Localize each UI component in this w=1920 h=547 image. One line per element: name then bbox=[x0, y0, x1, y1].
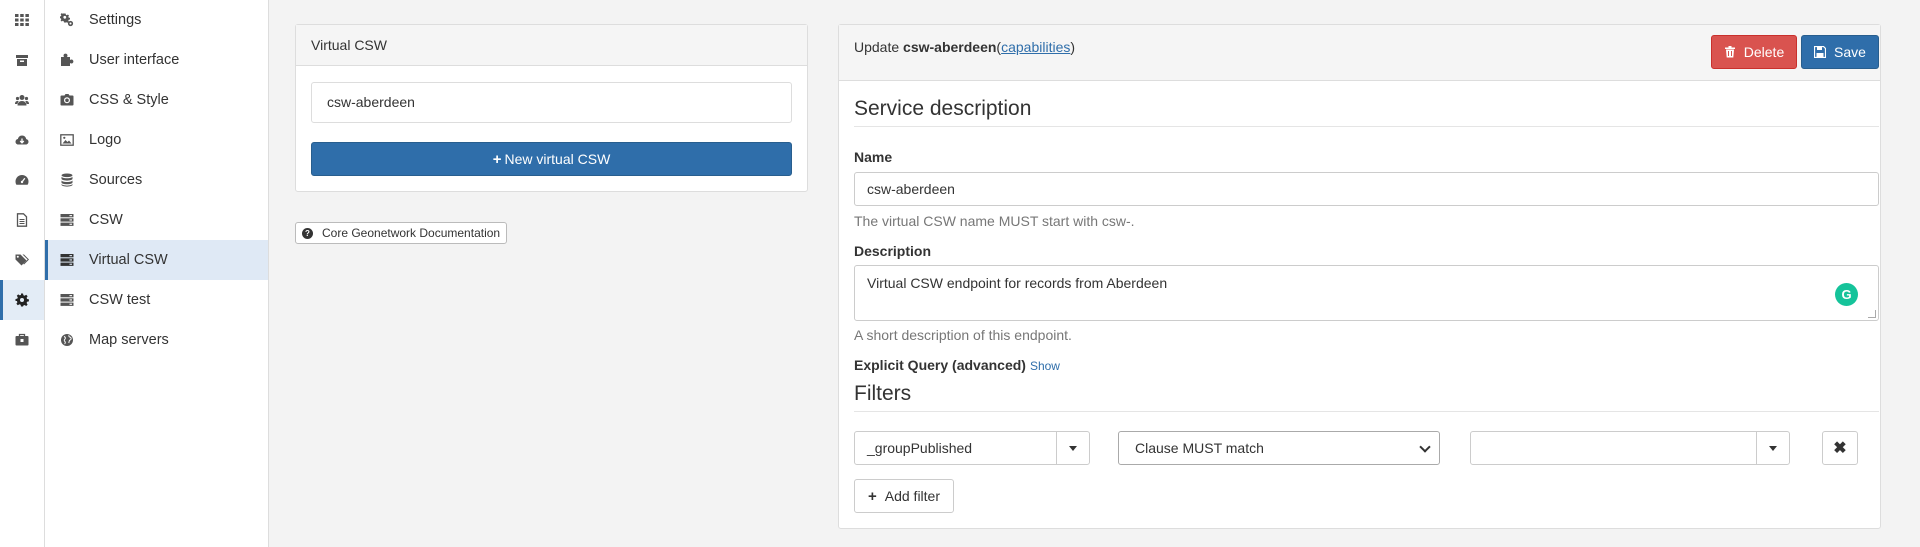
menu-item-csw-test[interactable]: CSW test bbox=[45, 280, 268, 320]
name-help-text: The virtual CSW name MUST start with csw… bbox=[854, 213, 1135, 229]
rail-item-reports[interactable] bbox=[0, 200, 44, 240]
camera-icon bbox=[59, 92, 75, 108]
rail-item-users[interactable] bbox=[0, 80, 44, 120]
image-icon bbox=[59, 132, 75, 148]
filter-value-dropdown-button[interactable] bbox=[1756, 432, 1789, 464]
show-query-link[interactable]: Show bbox=[1030, 359, 1060, 373]
description-textarea[interactable]: Virtual CSW endpoint for records from Ab… bbox=[854, 265, 1879, 321]
server-icon bbox=[59, 212, 75, 228]
filter-value-combo[interactable] bbox=[1470, 431, 1790, 465]
filters-heading: Filters bbox=[854, 382, 1879, 412]
menu-item-label: Logo bbox=[89, 132, 122, 148]
menu-item-csw[interactable]: CSW bbox=[45, 200, 268, 240]
filter-field-combo[interactable]: _groupPublished bbox=[854, 431, 1090, 465]
rail-item-tools[interactable] bbox=[0, 320, 44, 360]
save-button[interactable]: Save bbox=[1801, 35, 1879, 69]
menu-item-label: CSS & Style bbox=[89, 92, 169, 108]
menu-item-label: User interface bbox=[89, 52, 180, 68]
menu-item-label: CSW test bbox=[89, 292, 151, 308]
explicit-query-label: Explicit Query (advanced) Show bbox=[854, 357, 1060, 373]
document-icon bbox=[16, 213, 28, 227]
filter-value-input[interactable] bbox=[1471, 432, 1756, 464]
heading-prefix: Update bbox=[854, 39, 900, 55]
rail-item-dashboard[interactable] bbox=[0, 160, 44, 200]
explicit-query-text: Explicit Query (advanced) bbox=[854, 357, 1026, 373]
clause-value: Clause MUST match bbox=[1135, 440, 1264, 456]
dashboard-icon bbox=[15, 175, 29, 185]
menu-item-settings[interactable]: Settings bbox=[45, 0, 268, 40]
briefcase-icon bbox=[15, 333, 29, 346]
menu-item-logo[interactable]: Logo bbox=[45, 120, 268, 160]
virtual-csw-panel: Virtual CSW csw-aberdeen + New virtual C… bbox=[295, 24, 808, 192]
puzzle-icon bbox=[59, 52, 75, 68]
menu-item-label: Sources bbox=[89, 172, 143, 188]
rail-item-apps[interactable] bbox=[0, 0, 44, 40]
chevron-down-icon bbox=[1419, 441, 1431, 453]
panel-title: Virtual CSW bbox=[296, 25, 807, 66]
remove-filter-button[interactable]: ✖ bbox=[1822, 431, 1858, 465]
filter-field-input[interactable]: _groupPublished bbox=[855, 432, 1056, 464]
close-icon: ✖ bbox=[1833, 440, 1847, 457]
button-label: Delete bbox=[1743, 44, 1785, 60]
cloud-download-icon bbox=[15, 135, 29, 145]
menu-item-virtual-csw[interactable]: Virtual CSW bbox=[45, 240, 268, 280]
delete-button[interactable]: Delete bbox=[1711, 35, 1797, 69]
description-value: Virtual CSW endpoint for records from Ab… bbox=[867, 275, 1168, 291]
gear-icon bbox=[15, 293, 29, 307]
floppy-disk-icon bbox=[1814, 46, 1827, 58]
button-label: Core Geonetwork Documentation bbox=[322, 226, 501, 240]
grammarly-icon[interactable]: G bbox=[1835, 283, 1858, 306]
filter-field-dropdown-button[interactable] bbox=[1056, 432, 1089, 464]
globe-icon bbox=[59, 332, 75, 348]
button-label: New virtual CSW bbox=[504, 151, 611, 167]
name-label: Name bbox=[854, 149, 893, 165]
users-icon bbox=[15, 95, 29, 106]
button-label: Add filter bbox=[884, 488, 940, 504]
caret-down-icon bbox=[1769, 445, 1777, 451]
menu-item-css-style[interactable]: CSS & Style bbox=[45, 80, 268, 120]
capabilities-link[interactable]: capabilities bbox=[1001, 39, 1070, 55]
rail-item-archive[interactable] bbox=[0, 40, 44, 80]
plus-icon: + bbox=[492, 150, 502, 168]
menu-item-sources[interactable]: Sources bbox=[45, 160, 268, 200]
button-label: Save bbox=[1834, 44, 1866, 60]
virtual-csw-editor: Update csw-aberdeen(capabilities) Delete… bbox=[838, 24, 1881, 529]
editor-heading: Update csw-aberdeen(capabilities) Delete… bbox=[839, 25, 1880, 81]
server-icon bbox=[59, 292, 75, 308]
plus-icon: + bbox=[867, 487, 877, 505]
add-filter-button[interactable]: + Add filter bbox=[854, 479, 954, 513]
menu-item-label: Map servers bbox=[89, 332, 169, 348]
question-circle-icon: ? bbox=[302, 227, 313, 239]
caret-down-icon bbox=[1069, 445, 1077, 451]
menu-item-label: CSW bbox=[89, 212, 123, 228]
rail-item-settings[interactable] bbox=[0, 280, 44, 320]
menu-item-label: Virtual CSW bbox=[89, 252, 168, 268]
new-virtual-csw-button[interactable]: + New virtual CSW bbox=[311, 142, 792, 176]
service-description-heading: Service description bbox=[854, 97, 1879, 127]
description-help-text: A short description of this endpoint. bbox=[854, 327, 1072, 343]
database-icon bbox=[59, 172, 75, 188]
resize-handle[interactable] bbox=[1868, 310, 1876, 318]
name-input[interactable]: csw-aberdeen bbox=[854, 172, 1879, 206]
list-item[interactable]: csw-aberdeen bbox=[311, 82, 792, 123]
rail-item-harvest[interactable] bbox=[0, 120, 44, 160]
documentation-button[interactable]: ? Core Geonetwork Documentation bbox=[295, 222, 508, 244]
archive-icon bbox=[16, 55, 28, 66]
server-icon bbox=[59, 252, 75, 268]
menu-item-user-interface[interactable]: User interface bbox=[45, 40, 268, 80]
tags-icon bbox=[15, 254, 29, 266]
trash-icon bbox=[1724, 46, 1735, 58]
menu-item-label: Settings bbox=[89, 12, 142, 28]
apps-grid-icon bbox=[15, 14, 29, 26]
clause-select[interactable]: Clause MUST match bbox=[1118, 431, 1440, 465]
gears-icon bbox=[59, 12, 75, 28]
admin-settings-menu: Settings User interface CSS & Style Logo… bbox=[45, 0, 269, 547]
description-label: Description bbox=[854, 243, 932, 259]
heading-name: csw-aberdeen bbox=[903, 39, 997, 55]
menu-item-map-servers[interactable]: Map servers bbox=[45, 320, 268, 360]
rail-item-tags[interactable] bbox=[0, 240, 44, 280]
icon-rail bbox=[0, 0, 45, 547]
heading-paren-close: ) bbox=[1070, 39, 1076, 55]
